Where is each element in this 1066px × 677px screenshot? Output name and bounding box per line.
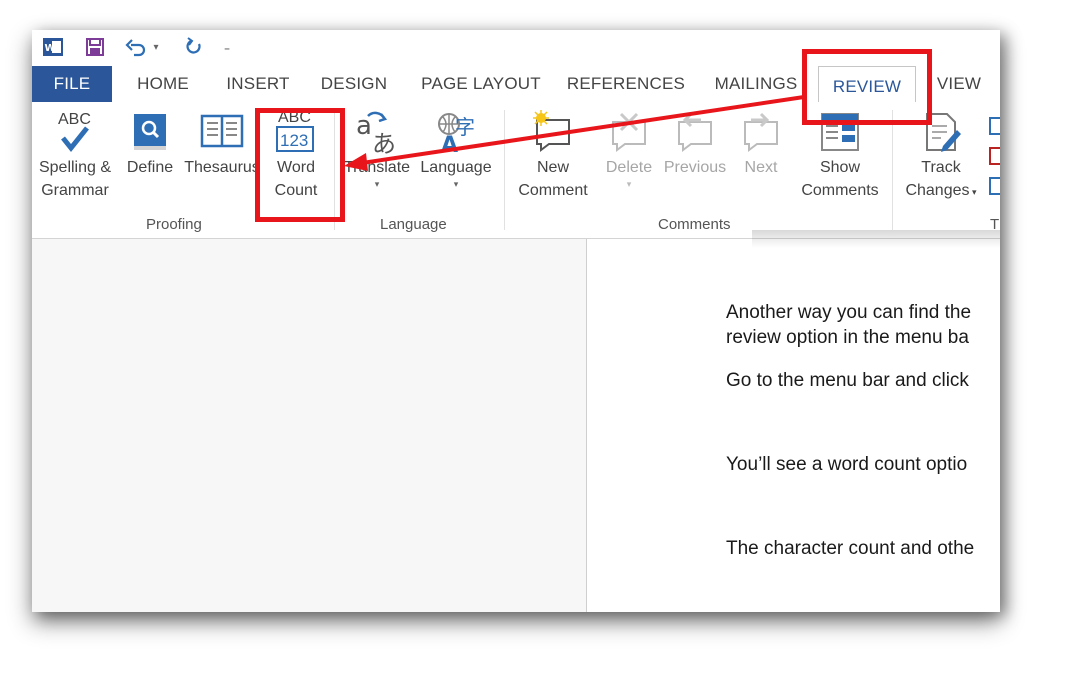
word-window: W ▾ ₌ FILE HOME INSERT DESIGN PAGE LAYOU…: [32, 30, 1000, 612]
pointer-arrow: [344, 95, 805, 171]
